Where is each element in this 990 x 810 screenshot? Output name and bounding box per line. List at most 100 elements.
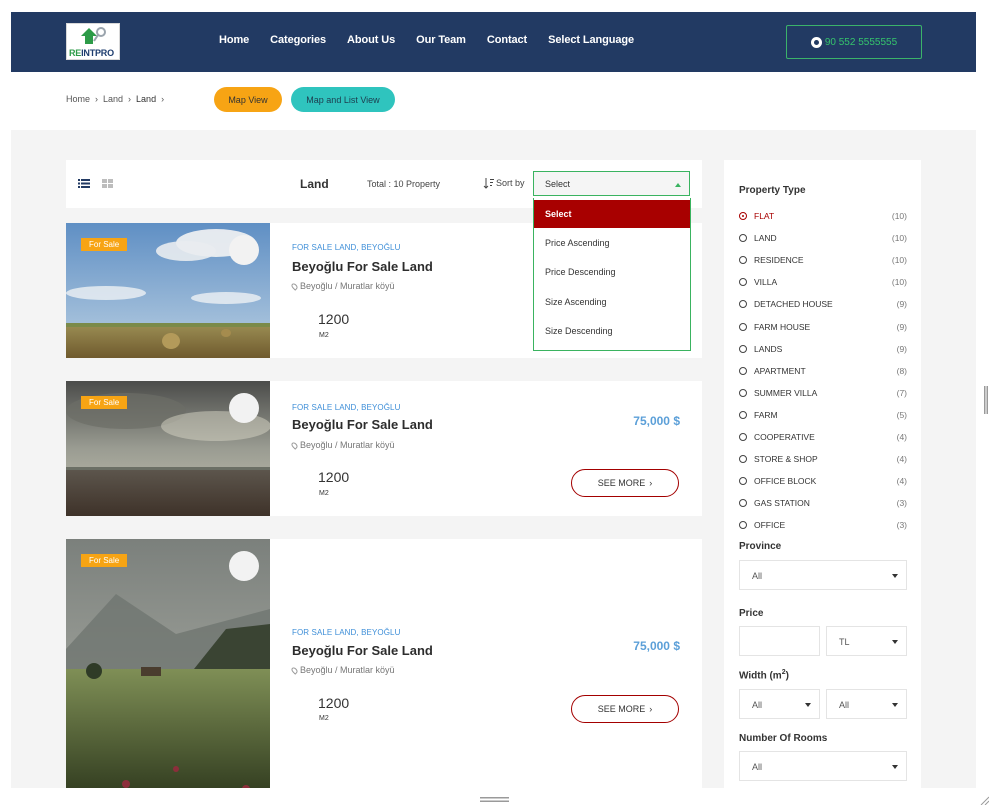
radio-button[interactable] [739, 477, 747, 486]
listing-category[interactable]: FOR SALE LAND, BEYOĞLU [292, 243, 400, 252]
top-navbar: REINTPRO Home Categories About Us Our Te… [11, 12, 976, 72]
listing-category[interactable]: FOR SALE LAND, BEYOĞLU [292, 628, 400, 637]
property-type-option[interactable]: LAND (10) [739, 227, 907, 249]
width-min-value: All [752, 700, 763, 710]
property-type-option[interactable]: COOPERATIVE (4) [739, 426, 907, 448]
width-max-select[interactable]: All [826, 689, 907, 719]
property-type-option[interactable]: DETACHED HOUSE (9) [739, 293, 907, 315]
grid-view-icon[interactable] [102, 179, 113, 188]
favorite-button[interactable] [229, 393, 259, 423]
nav-select-language[interactable]: Select Language [548, 34, 634, 46]
favorite-button[interactable] [229, 551, 259, 581]
see-more-button[interactable]: SEE MORE › [571, 695, 679, 723]
breadcrumb-land[interactable]: Land [103, 94, 123, 104]
property-type-option[interactable]: LANDS (9) [739, 338, 907, 360]
favorite-button[interactable] [229, 235, 259, 265]
property-type-count: (9) [896, 299, 907, 310]
chevron-right-icon: › [649, 704, 653, 714]
listing-title-link[interactable]: Beyoğlu For Sale Land [292, 417, 433, 432]
chevron-right-icon: › [95, 94, 99, 104]
resize-grip-icon[interactable] [480, 797, 509, 802]
sort-select[interactable]: Select [533, 171, 690, 196]
listing-size-unit: M2 [319, 715, 329, 722]
chevron-down-icon [892, 574, 898, 578]
radio-button[interactable] [739, 322, 747, 331]
radio-button[interactable] [739, 256, 747, 265]
location-text: Beyoğlu / Muratlar köyü [300, 281, 395, 291]
radio-button[interactable] [739, 521, 747, 530]
listing-photo[interactable]: For Sale [66, 223, 270, 358]
listing-title-link[interactable]: Beyoğlu For Sale Land [292, 643, 433, 658]
nav-about-us[interactable]: About Us [347, 34, 395, 46]
listing-size-unit: M2 [319, 490, 329, 497]
property-type-option[interactable]: OFFICE (3) [739, 514, 907, 536]
radio-button[interactable] [739, 300, 747, 309]
whatsapp-phone-button[interactable]: 90 552 5555555 [786, 25, 922, 59]
total-count: Total : 10 Property [367, 179, 441, 189]
nav-home[interactable]: Home [219, 34, 249, 46]
sort-icon [483, 178, 494, 189]
listing-category[interactable]: FOR SALE LAND, BEYOĞLU [292, 403, 400, 412]
property-type-option[interactable]: VILLA (10) [739, 271, 907, 293]
radio-button[interactable] [739, 388, 747, 397]
radio-button[interactable] [739, 410, 747, 419]
sort-option-size-desc[interactable]: Size Descending [534, 317, 690, 347]
sort-option-price-desc[interactable]: Price Descending [534, 258, 690, 288]
province-select[interactable]: All [739, 560, 907, 590]
radio-button[interactable] [739, 278, 747, 287]
sort-option-size-asc[interactable]: Size Ascending [534, 287, 690, 317]
property-type-option[interactable]: FARM HOUSE (9) [739, 315, 907, 337]
location-text: Beyoğlu / Muratlar köyü [300, 440, 395, 450]
width-min-select[interactable]: All [739, 689, 820, 719]
list-view-icon[interactable] [78, 179, 90, 188]
site-logo[interactable]: REINTPRO [66, 23, 120, 60]
breadcrumb-home[interactable]: Home [66, 94, 90, 104]
property-type-option[interactable]: OFFICE BLOCK (4) [739, 470, 907, 492]
listing-photo[interactable]: For Sale [66, 539, 270, 788]
rooms-select-value: All [752, 762, 763, 772]
price-input[interactable] [739, 626, 820, 656]
listing-photo[interactable]: For Sale [66, 381, 270, 516]
nav-contact[interactable]: Contact [487, 34, 527, 46]
radio-button[interactable] [739, 212, 747, 221]
nav-our-team[interactable]: Our Team [416, 34, 466, 46]
property-type-option[interactable]: APARTMENT (8) [739, 360, 907, 382]
radio-button[interactable] [739, 455, 747, 464]
listing-card[interactable]: For Sale FOR SALE LAND, BEYOĞLU Beyoğlu … [66, 381, 702, 516]
nav-categories[interactable]: Categories [270, 34, 326, 46]
radio-button[interactable] [739, 432, 747, 441]
see-more-button[interactable]: SEE MORE › [571, 469, 679, 497]
sort-option-select[interactable]: Select [534, 200, 690, 228]
property-type-count: (10) [891, 211, 907, 222]
width-max-value: All [839, 700, 850, 710]
radio-button[interactable] [739, 499, 747, 508]
corner-resize-icon[interactable] [980, 796, 989, 805]
radio-button[interactable] [739, 234, 747, 243]
rooms-select[interactable]: All [739, 751, 907, 781]
listing-title-link[interactable]: Beyoğlu For Sale Land [292, 259, 433, 274]
keys-icon [81, 27, 106, 44]
radio-button[interactable] [739, 366, 747, 375]
property-type-label: LANDS [754, 343, 783, 354]
map-view-button[interactable]: Map View [214, 87, 282, 112]
property-type-label: LAND [754, 233, 777, 244]
sort-option-price-asc[interactable]: Price Ascending [534, 228, 690, 258]
listing-card[interactable]: For Sale FOR SALE LAND, BEYOĞLU Beyoğlu … [66, 539, 702, 788]
property-type-option[interactable]: GAS STATION (3) [739, 492, 907, 514]
property-type-option[interactable]: FLAT (10) [739, 205, 907, 227]
currency-select[interactable]: TL [826, 626, 907, 656]
scrollbar-grip-icon[interactable] [984, 386, 988, 414]
province-heading: Province [739, 541, 782, 552]
width-heading: Width (m2) [739, 669, 789, 682]
listing-price: 75,000 $ [633, 639, 680, 653]
for-sale-badge: For Sale [81, 238, 128, 251]
property-type-option[interactable]: SUMMER VILLA (7) [739, 382, 907, 404]
map-list-view-button[interactable]: Map and List View [291, 87, 395, 112]
property-type-option[interactable]: STORE & SHOP (4) [739, 448, 907, 470]
property-type-option[interactable]: FARM (5) [739, 404, 907, 426]
property-type-option[interactable]: RESIDENCE (10) [739, 249, 907, 271]
see-more-label: SEE MORE [597, 478, 646, 488]
radio-button[interactable] [739, 344, 747, 353]
property-type-count: (10) [891, 255, 907, 266]
whatsapp-icon [810, 36, 822, 48]
